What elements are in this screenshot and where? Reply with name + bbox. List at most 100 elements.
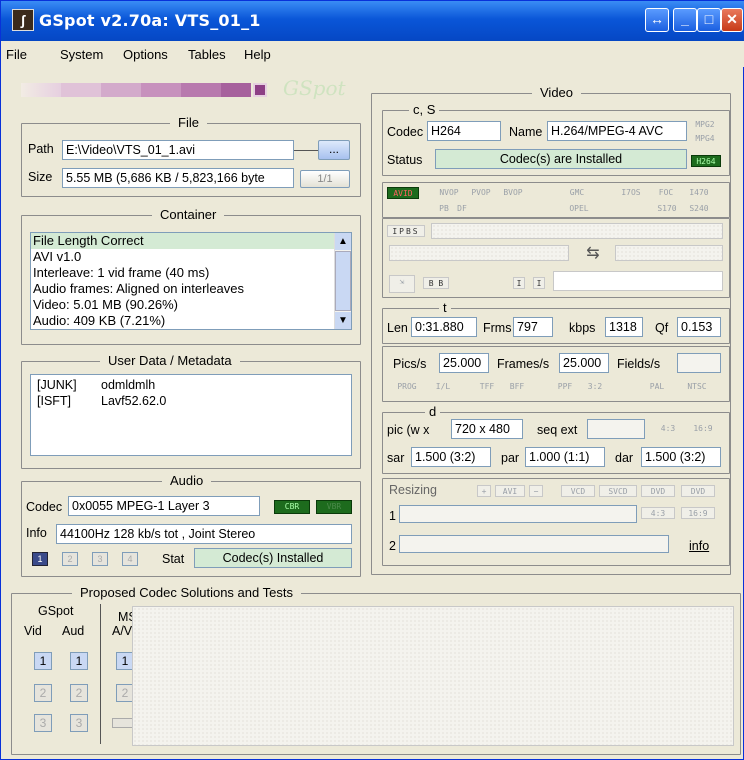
video-name-field: H.264/MPEG-4 AVC [547, 121, 687, 141]
gop-area-right [615, 245, 723, 261]
list-item[interactable]: File Length Correct [31, 233, 351, 249]
gspot-aud-1-button[interactable]: 1 [70, 652, 88, 670]
rate-subgroup: Pics/s 25.000 Frames/s 25.000 Fields/s P… [382, 346, 730, 402]
audio-stream-4[interactable]: 4 [122, 552, 138, 566]
il-tag: I/L [435, 382, 451, 391]
minimize-button[interactable]: _ [673, 8, 697, 32]
h264-tag: H264 [691, 155, 721, 167]
frms-label: Frms [483, 321, 512, 335]
menu-file[interactable]: File [6, 47, 27, 62]
gspot-vid-2-button[interactable]: 2 [34, 684, 52, 702]
scrollbar[interactable]: ▲ ▼ [334, 233, 351, 329]
switch-size-icon[interactable]: ↔ [645, 8, 669, 32]
d-title: d [425, 404, 441, 419]
close-button[interactable]: ✕ [721, 8, 743, 32]
list-item[interactable]: AVI v1.0 [31, 249, 351, 265]
kbps-label: kbps [569, 321, 596, 335]
list-item[interactable]: Video: 5.01 MB (90.26%) [31, 297, 351, 313]
par-field: 1.000 (1:1) [525, 447, 605, 467]
resize-dvd2-button[interactable]: DVD [681, 485, 715, 497]
list-item[interactable]: Audio frames: Aligned on interleaves [31, 281, 351, 297]
user-data-group: User Data / Metadata [JUNK] odmldmlh [ISF… [21, 353, 361, 469]
menu-help[interactable]: Help [244, 47, 271, 62]
video-status-field: Codec(s) are Installed [435, 149, 687, 169]
maximize-button[interactable]: □ [697, 8, 721, 32]
resize-minus-button[interactable]: − [529, 485, 543, 497]
size-field: 5.55 MB (5,686 KB / 5,823,166 byte [62, 168, 294, 188]
i-indicator-1: I [513, 277, 525, 289]
gspot-vid-3-button[interactable]: 3 [34, 714, 52, 732]
i470-flag: I470 [689, 188, 709, 197]
gop-area-left [389, 245, 569, 261]
link-icon: ⇆ [586, 245, 600, 262]
scroll-up-icon[interactable]: ▲ [335, 233, 351, 250]
gspot-logo: GSpot [283, 76, 346, 100]
video-group-title: Video [532, 85, 582, 100]
resize-dvd-button[interactable]: DVD [641, 485, 675, 497]
file-counter[interactable]: 1/1 [300, 170, 350, 188]
menu-options[interactable]: Options [123, 47, 168, 62]
title-bar[interactable]: ʃ GSpot v2.70a: VTS_01_1 ↔ _ □ ✕ [1, 1, 744, 41]
s240-flag: S240 [689, 204, 709, 213]
mpg2-tag: MPG2 [695, 120, 715, 129]
pulldown-tag: 3:2 [587, 382, 603, 391]
list-item[interactable]: Audio: 409 KB (7.21%) [31, 313, 351, 329]
audio-stream-1[interactable]: 1 [32, 552, 48, 566]
file-group-title: File [170, 115, 207, 130]
menu-bar: File System Options Tables Help [1, 41, 744, 67]
timing-subgroup: t Len 0:31.880 Frms 797 kbps 1318 Qf 0.1… [382, 300, 730, 344]
fields-field [677, 353, 721, 373]
resize-row1-label: 1 [389, 509, 396, 523]
info-link[interactable]: info [689, 539, 709, 553]
opel-flag: OPEL [569, 204, 589, 213]
len-label: Len [387, 321, 408, 335]
cs-title: c, S [409, 102, 440, 117]
resizing-subgroup: Resizing + AVI − VCD SVCD DVD DVD 1 4:3 … [382, 478, 730, 566]
video-codec-field: H264 [427, 121, 501, 141]
gspot-aud-2-button[interactable]: 2 [70, 684, 88, 702]
frames-field: 25.000 [559, 353, 609, 373]
path-label: Path [28, 142, 54, 156]
dar-field: 1.500 (3:2) [641, 447, 721, 467]
resize-vcd-button[interactable]: VCD [561, 485, 595, 497]
resize-svcd-button[interactable]: SVCD [599, 485, 637, 497]
gmc-flag: GMC [569, 188, 585, 197]
container-list[interactable]: File Length Correct AVI v1.0 Interleave:… [30, 232, 352, 330]
dar-label: dar [615, 451, 634, 465]
menu-system[interactable]: System [60, 47, 103, 62]
resize-plus-button[interactable]: + [477, 485, 491, 497]
browse-button[interactable]: ... [318, 140, 350, 160]
menu-tables[interactable]: Tables [188, 47, 226, 62]
user-data-title: User Data / Metadata [100, 353, 240, 368]
list-item[interactable]: Interleave: 1 vid frame (40 ms) [31, 265, 351, 281]
resize-16-9-button[interactable]: 16:9 [681, 507, 715, 519]
audio-group: Audio Codec 0x0055 MPEG-1 Layer 3 CBR VB… [21, 473, 361, 577]
path-field[interactable]: E:\Video\VTS_01_1.avi [62, 140, 294, 160]
audio-stream-3[interactable]: 3 [92, 552, 108, 566]
compare-icon[interactable]: ⇲ [389, 275, 415, 293]
fields-label: Fields/s [617, 357, 661, 371]
scroll-down-icon[interactable]: ▼ [335, 312, 351, 329]
table-row: [JUNK] odmldmlh [37, 378, 156, 392]
resize-row2-field [399, 535, 669, 553]
resize-avi-button[interactable]: AVI [495, 485, 525, 497]
resize-4-3-button[interactable]: 4:3 [641, 507, 675, 519]
flags-subgroup: AVID NVOP PVOP BVOP GMC I7OS FOC I470 PB… [382, 182, 730, 218]
frames-label: Frames/s [497, 357, 550, 371]
aspect-16-9-tag: 16:9 [693, 424, 713, 433]
df-flag: DF [457, 204, 467, 213]
ipbs-indicator: IPBS [387, 225, 425, 237]
cs-subgroup: c, S Codec H264 Name H.264/MPEG-4 AVC MP… [382, 102, 730, 176]
video-name-label: Name [509, 125, 543, 139]
i7os-flag: I7OS [621, 188, 641, 197]
audio-stream-2[interactable]: 2 [62, 552, 78, 566]
gspot-aud-3-button[interactable]: 3 [70, 714, 88, 732]
ppf-tag: PPF [557, 382, 573, 391]
container-group-title: Container [152, 207, 225, 222]
vbr-badge: VBR [316, 500, 352, 514]
pics-label: Pics/s [393, 357, 427, 371]
scroll-thumb[interactable] [335, 251, 351, 311]
gspot-vid-1-button[interactable]: 1 [34, 652, 52, 670]
user-data-list[interactable]: [JUNK] odmldmlh [ISFT] Lavf52.62.0 [30, 374, 352, 456]
av-label: A/V [112, 624, 133, 638]
